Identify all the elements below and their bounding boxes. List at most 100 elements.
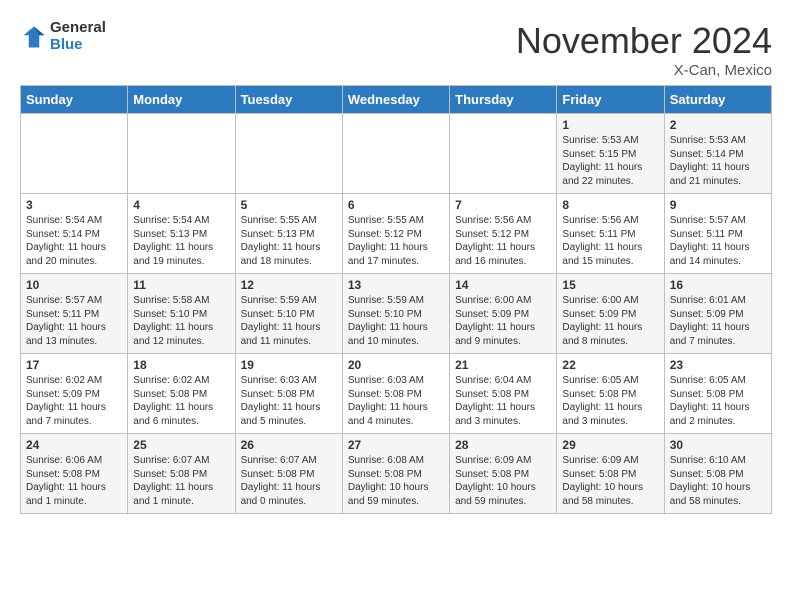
day-number: 3 <box>26 198 122 212</box>
day-cell: 17Sunrise: 6:02 AMSunset: 5:09 PMDayligh… <box>21 354 128 434</box>
day-info: Sunrise: 6:08 AMSunset: 5:08 PMDaylight:… <box>348 454 444 508</box>
day-info: Sunrise: 6:05 AMSunset: 5:08 PMDaylight:… <box>562 374 658 428</box>
day-info: Sunrise: 6:03 AMSunset: 5:08 PMDaylight:… <box>348 374 444 428</box>
weekday-header-sunday: Sunday <box>21 86 128 114</box>
day-number: 5 <box>241 198 337 212</box>
day-info: Sunrise: 6:03 AMSunset: 5:08 PMDaylight:… <box>241 374 337 428</box>
day-cell: 12Sunrise: 5:59 AMSunset: 5:10 PMDayligh… <box>235 274 342 354</box>
day-cell: 13Sunrise: 5:59 AMSunset: 5:10 PMDayligh… <box>342 274 449 354</box>
day-cell: 7 Sunrise: 5:56 AMSunset: 5:12 PMDaylight… <box>450 194 557 274</box>
day-cell: 3 Sunrise: 5:54 AMSunset: 5:14 PMDaylight… <box>21 194 128 274</box>
day-cell: 24 Sunrise: 6:06 AMSunset: 5:08 PMDayligh… <box>21 434 128 514</box>
day-number: 7 <box>455 198 551 212</box>
day-info: Sunrise: 6:09 AMSunset: 5:08 PMDaylight:… <box>455 454 551 508</box>
day-number: 24 <box>26 438 122 452</box>
day-number: 11 <box>133 278 229 292</box>
day-info: Sunrise: 5:56 AMSunset: 5:12 PMDaylight:… <box>455 214 551 268</box>
day-cell: 14 Sunrise: 6:00 AMSunset: 5:09 PMDayligh… <box>450 274 557 354</box>
day-number: 16 <box>670 278 766 292</box>
title-block: November 2024 X-Can, Mexico <box>516 20 772 79</box>
day-cell: 30 Sunrise: 6:10 AMSunset: 5:08 PMDayligh… <box>664 434 771 514</box>
day-cell <box>450 114 557 194</box>
weekday-header-tuesday: Tuesday <box>235 86 342 114</box>
day-info: Sunrise: 6:06 AMSunset: 5:08 PMDaylight:… <box>26 454 122 508</box>
day-info: Sunrise: 6:00 AMSunset: 5:09 PMDaylight:… <box>455 294 551 348</box>
day-number: 12 <box>241 278 337 292</box>
day-cell: 22 Sunrise: 6:05 AMSunset: 5:08 PMDayligh… <box>557 354 664 434</box>
day-info: Sunrise: 6:05 AMSunset: 5:08 PMDaylight:… <box>670 374 766 428</box>
week-row-3: 10Sunrise: 5:57 AMSunset: 5:11 PMDayligh… <box>21 274 772 354</box>
day-cell <box>342 114 449 194</box>
month-title: November 2024 <box>516 20 772 62</box>
day-number: 30 <box>670 438 766 452</box>
day-number: 25 <box>133 438 229 452</box>
weekday-header-row: SundayMondayTuesdayWednesdayThursdayFrid… <box>21 86 772 114</box>
day-info: Sunrise: 5:57 AMSunset: 5:11 PMDaylight:… <box>26 294 122 348</box>
day-cell: 9 Sunrise: 5:57 AMSunset: 5:11 PMDaylight… <box>664 194 771 274</box>
day-number: 22 <box>562 358 658 372</box>
day-number: 9 <box>670 198 766 212</box>
day-cell: 25 Sunrise: 6:07 AMSunset: 5:08 PMDayligh… <box>128 434 235 514</box>
week-row-5: 24 Sunrise: 6:06 AMSunset: 5:08 PMDayligh… <box>21 434 772 514</box>
day-info: Sunrise: 6:07 AMSunset: 5:08 PMDaylight:… <box>241 454 337 508</box>
day-info: Sunrise: 6:04 AMSunset: 5:08 PMDaylight:… <box>455 374 551 428</box>
day-number: 23 <box>670 358 766 372</box>
day-info: Sunrise: 6:10 AMSunset: 5:08 PMDaylight:… <box>670 454 766 508</box>
day-number: 2 <box>670 118 766 132</box>
day-info: Sunrise: 6:02 AMSunset: 5:08 PMDaylight:… <box>133 374 229 428</box>
day-cell: 11Sunrise: 5:58 AMSunset: 5:10 PMDayligh… <box>128 274 235 354</box>
week-row-2: 3 Sunrise: 5:54 AMSunset: 5:14 PMDaylight… <box>21 194 772 274</box>
day-info: Sunrise: 5:56 AMSunset: 5:11 PMDaylight:… <box>562 214 658 268</box>
day-cell: 6 Sunrise: 5:55 AMSunset: 5:12 PMDaylight… <box>342 194 449 274</box>
day-number: 14 <box>455 278 551 292</box>
day-info: Sunrise: 5:55 AMSunset: 5:13 PMDaylight:… <box>241 214 337 268</box>
day-number: 19 <box>241 358 337 372</box>
day-cell: 20Sunrise: 6:03 AMSunset: 5:08 PMDayligh… <box>342 354 449 434</box>
day-info: Sunrise: 5:53 AMSunset: 5:14 PMDaylight:… <box>670 134 766 188</box>
day-cell: 5 Sunrise: 5:55 AMSunset: 5:13 PMDaylight… <box>235 194 342 274</box>
day-number: 29 <box>562 438 658 452</box>
day-cell: 27 Sunrise: 6:08 AMSunset: 5:08 PMDayligh… <box>342 434 449 514</box>
day-cell: 15Sunrise: 6:00 AMSunset: 5:09 PMDayligh… <box>557 274 664 354</box>
week-row-4: 17Sunrise: 6:02 AMSunset: 5:09 PMDayligh… <box>21 354 772 434</box>
day-cell: 26 Sunrise: 6:07 AMSunset: 5:08 PMDayligh… <box>235 434 342 514</box>
weekday-header-wednesday: Wednesday <box>342 86 449 114</box>
day-number: 18 <box>133 358 229 372</box>
weekday-header-friday: Friday <box>557 86 664 114</box>
header: General Blue November 2024 X-Can, Mexico <box>20 20 772 79</box>
day-cell: 16Sunrise: 6:01 AMSunset: 5:09 PMDayligh… <box>664 274 771 354</box>
location: X-Can, Mexico <box>516 62 772 79</box>
day-number: 28 <box>455 438 551 452</box>
week-row-1: 1 Sunrise: 5:53 AMSunset: 5:15 PMDaylight… <box>21 114 772 194</box>
logo-text: General Blue <box>50 20 106 53</box>
logo-blue: Blue <box>50 36 83 53</box>
day-info: Sunrise: 5:54 AMSunset: 5:14 PMDaylight:… <box>26 214 122 268</box>
day-info: Sunrise: 6:07 AMSunset: 5:08 PMDaylight:… <box>133 454 229 508</box>
day-cell: 29Sunrise: 6:09 AMSunset: 5:08 PMDayligh… <box>557 434 664 514</box>
day-info: Sunrise: 5:53 AMSunset: 5:15 PMDaylight:… <box>562 134 658 188</box>
day-cell: 8 Sunrise: 5:56 AMSunset: 5:11 PMDaylight… <box>557 194 664 274</box>
day-number: 4 <box>133 198 229 212</box>
weekday-header-thursday: Thursday <box>450 86 557 114</box>
day-cell: 4 Sunrise: 5:54 AMSunset: 5:13 PMDaylight… <box>128 194 235 274</box>
logo-general: General <box>50 19 106 36</box>
day-cell: 28 Sunrise: 6:09 AMSunset: 5:08 PMDayligh… <box>450 434 557 514</box>
weekday-header-monday: Monday <box>128 86 235 114</box>
day-number: 13 <box>348 278 444 292</box>
day-number: 6 <box>348 198 444 212</box>
day-number: 26 <box>241 438 337 452</box>
day-info: Sunrise: 5:54 AMSunset: 5:13 PMDaylight:… <box>133 214 229 268</box>
day-number: 1 <box>562 118 658 132</box>
day-cell: 18 Sunrise: 6:02 AMSunset: 5:08 PMDayligh… <box>128 354 235 434</box>
calendar-table: SundayMondayTuesdayWednesdayThursdayFrid… <box>20 85 772 514</box>
day-info: Sunrise: 6:02 AMSunset: 5:09 PMDaylight:… <box>26 374 122 428</box>
day-number: 27 <box>348 438 444 452</box>
day-number: 8 <box>562 198 658 212</box>
day-number: 15 <box>562 278 658 292</box>
day-cell: 19 Sunrise: 6:03 AMSunset: 5:08 PMDayligh… <box>235 354 342 434</box>
day-info: Sunrise: 5:57 AMSunset: 5:11 PMDaylight:… <box>670 214 766 268</box>
page: General Blue November 2024 X-Can, Mexico… <box>0 0 792 524</box>
day-info: Sunrise: 5:55 AMSunset: 5:12 PMDaylight:… <box>348 214 444 268</box>
logo-icon <box>20 23 48 51</box>
day-cell <box>235 114 342 194</box>
